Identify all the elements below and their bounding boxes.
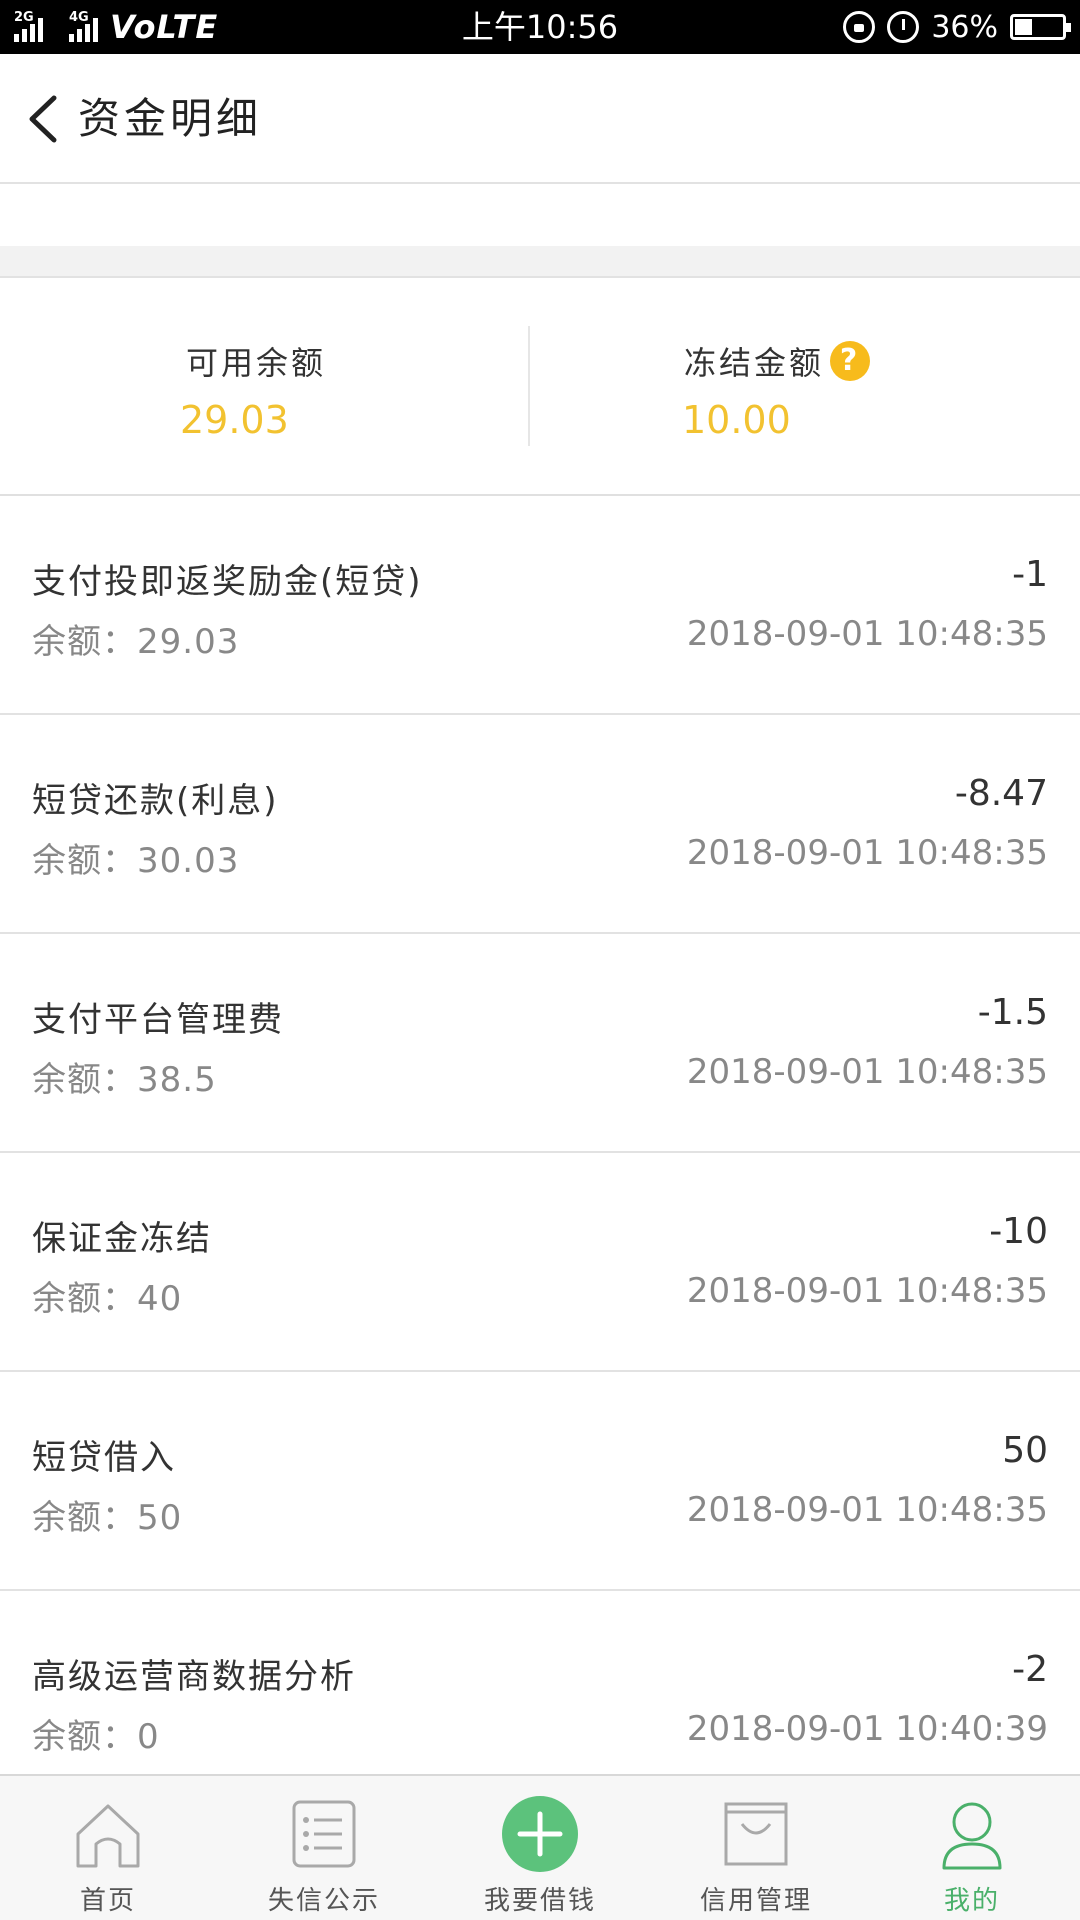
frozen-amount-label-row: 冻结金额 ? xyxy=(684,338,871,384)
transaction-time: 2018-09-01 10:48:35 xyxy=(686,1052,1048,1092)
battery-icon xyxy=(1010,14,1071,40)
transaction-balance: 余额：30.03 xyxy=(32,841,240,881)
transaction-row[interactable]: 支付平台管理费 -1.5 余额：38.5 2018-09-01 10:48:35 xyxy=(0,934,1080,1153)
transaction-amount: -10 xyxy=(989,1211,1048,1252)
transaction-amount: -2 xyxy=(1012,1649,1048,1690)
transaction-row[interactable]: 短贷借入 50 余额：50 2018-09-01 10:48:35 xyxy=(0,1372,1080,1591)
nav-item-discredit[interactable]: 失信公示 xyxy=(216,1776,432,1920)
transaction-time: 2018-09-01 10:48:35 xyxy=(686,1490,1048,1530)
status-bar: 2G 4G VoLTE 上午10:56 36% xyxy=(0,0,1080,54)
transaction-title: 短贷借入 xyxy=(32,1438,176,1478)
nav-label-discredit: 失信公示 xyxy=(267,1886,380,1916)
user-icon xyxy=(932,1794,1012,1874)
transaction-row[interactable]: 支付投即返奖励金(短贷) -1 余额：29.03 2018-09-01 10:4… xyxy=(0,496,1080,715)
transaction-amount: -1.5 xyxy=(977,992,1048,1033)
transaction-time: 2018-09-01 10:48:35 xyxy=(686,1271,1048,1311)
frozen-amount-block: 冻结金额 ? 10.00 xyxy=(540,278,1080,496)
help-icon[interactable]: ? xyxy=(830,341,871,381)
home-icon xyxy=(68,1794,148,1874)
list-document-icon xyxy=(284,1794,364,1874)
transaction-row[interactable]: 保证金冻结 -10 余额：40 2018-09-01 10:48:35 xyxy=(0,1153,1080,1372)
available-balance-block: 可用余额 29.03 xyxy=(0,278,540,496)
rotation-lock-icon xyxy=(843,11,876,43)
nav-item-home[interactable]: 首页 xyxy=(0,1776,216,1920)
inbox-icon xyxy=(716,1794,796,1874)
nav-item-borrow[interactable]: 我要借钱 xyxy=(432,1776,648,1920)
nav-item-credit[interactable]: 信用管理 xyxy=(648,1776,864,1920)
section-gap xyxy=(0,246,1080,278)
status-right: 36% xyxy=(843,0,1071,54)
nav-item-mine[interactable]: 我的 xyxy=(864,1776,1080,1920)
bottom-nav: 首页 失信公示 我要借钱 信用管理 我的 xyxy=(0,1774,1080,1920)
transaction-balance: 余额：38.5 xyxy=(32,1060,217,1100)
app-header: 资金明细 xyxy=(0,54,1080,184)
transaction-balance: 余额：40 xyxy=(32,1279,183,1319)
transaction-title: 高级运营商数据分析 xyxy=(32,1657,356,1697)
transaction-list[interactable]: 支付投即返奖励金(短贷) -1 余额：29.03 2018-09-01 10:4… xyxy=(0,496,1080,1774)
nav-label-home: 首页 xyxy=(79,1886,136,1916)
transaction-balance: 余额：29.03 xyxy=(32,622,240,662)
transaction-title: 支付平台管理费 xyxy=(32,1000,284,1040)
transaction-title: 保证金冻结 xyxy=(32,1219,212,1259)
transaction-amount: -8.47 xyxy=(954,773,1048,814)
transaction-balance: 余额：50 xyxy=(32,1498,183,1538)
transaction-row[interactable]: 高级运营商数据分析 -2 余额：0 2018-09-01 10:40:39 xyxy=(0,1591,1080,1774)
transaction-balance: 余额：0 xyxy=(32,1717,160,1757)
transaction-amount: 50 xyxy=(1002,1430,1048,1471)
battery-fill xyxy=(1015,19,1032,35)
transaction-title: 短贷还款(利息) xyxy=(32,781,279,821)
transaction-title: 支付投即返奖励金(短贷) xyxy=(32,562,423,602)
nav-label-mine: 我的 xyxy=(943,1886,1000,1916)
battery-percent: 36% xyxy=(931,9,998,45)
nav-label-borrow: 我要借钱 xyxy=(483,1886,596,1916)
summary-divider xyxy=(528,326,530,446)
plus-circle-icon xyxy=(500,1794,580,1874)
frozen-amount-label: 冻结金额 xyxy=(684,344,825,382)
transaction-time: 2018-09-01 10:40:39 xyxy=(686,1709,1048,1749)
transaction-time: 2018-09-01 10:48:35 xyxy=(686,614,1048,654)
transaction-amount: -1 xyxy=(1012,554,1048,595)
transaction-row[interactable]: 短贷还款(利息) -8.47 余额：30.03 2018-09-01 10:48… xyxy=(0,715,1080,934)
available-balance-value: 29.03 xyxy=(180,398,289,442)
balance-summary: 可用余额 29.03 冻结金额 ? 10.00 xyxy=(0,278,1080,496)
back-button[interactable] xyxy=(16,84,76,154)
back-arrow-icon xyxy=(29,95,57,143)
page-title: 资金明细 xyxy=(78,94,263,143)
nav-label-credit: 信用管理 xyxy=(699,1886,812,1916)
alarm-icon xyxy=(887,11,920,43)
frozen-amount-value: 10.00 xyxy=(682,398,791,442)
available-balance-label: 可用余额 xyxy=(186,344,327,382)
transaction-time: 2018-09-01 10:48:35 xyxy=(686,833,1048,873)
